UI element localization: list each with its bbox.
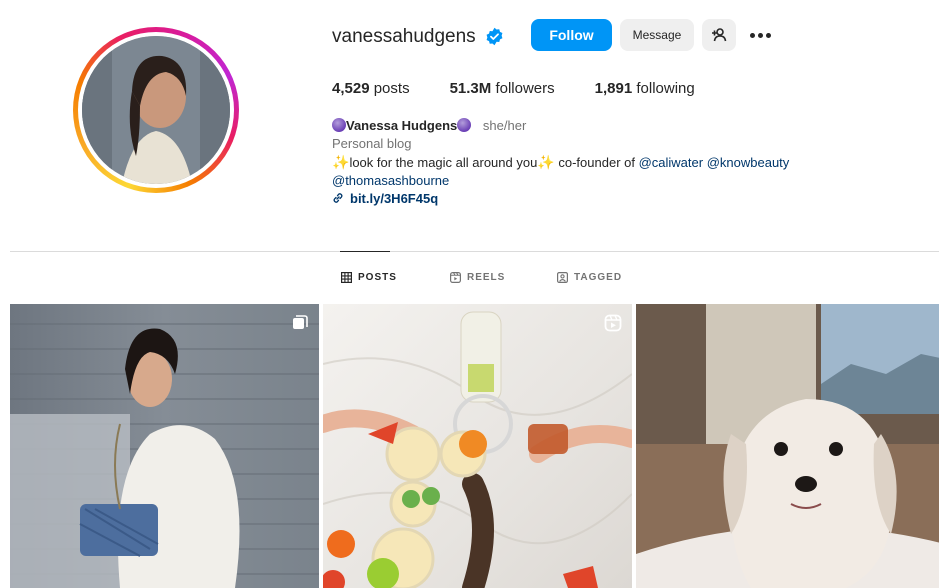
post-tile[interactable]: [323, 304, 632, 588]
tabs-divider: [10, 251, 939, 252]
mention-thomasashbourne[interactable]: @thomasashbourne: [332, 173, 449, 188]
bio-cofounder-text: co-founder of: [554, 155, 639, 170]
profile-page: vanessahudgens Follow Message 4,529 post…: [0, 0, 939, 588]
verified-badge-icon: [486, 27, 503, 46]
display-name: Vanessa Hudgens: [346, 118, 458, 133]
purple-heart-icon: [332, 118, 346, 132]
tagged-icon: [557, 272, 568, 283]
posts-count[interactable]: 4,529 posts: [332, 80, 410, 97]
sparkles-icon: ✨: [332, 154, 350, 170]
bio-mention-line: @thomasashbourne: [332, 172, 892, 190]
sparkles-icon: ✨: [537, 154, 555, 170]
post-image-woman-with-bag: [10, 323, 319, 588]
post-image-dog: [636, 304, 939, 588]
bio-name-line: Vanessa Hudgens she/her: [332, 117, 892, 135]
post-tile[interactable]: [10, 304, 319, 588]
more-options-button[interactable]: [748, 24, 772, 46]
avatar-photo: [82, 36, 230, 184]
pronouns: she/her: [482, 118, 527, 133]
bio-text: look for the magic all around you: [349, 155, 538, 170]
follow-button[interactable]: Follow: [531, 19, 612, 51]
carousel-icon: [293, 315, 308, 329]
reel-icon: [604, 314, 622, 332]
reels-icon: [450, 272, 461, 283]
following-count[interactable]: 1,891 following: [595, 80, 695, 97]
bio-link-line: bit.ly/3H6F45q: [332, 190, 892, 208]
profile-tabs: POSTS REELS TAGGED: [0, 272, 939, 286]
profile-avatar[interactable]: [73, 27, 239, 193]
avatar-illustration: [82, 36, 230, 184]
post-image-cocktails: [323, 311, 632, 588]
profile-stats: 4,529 posts 51.3M followers 1,891 follow…: [332, 80, 735, 97]
bio-external-link[interactable]: bit.ly/3H6F45q: [350, 191, 438, 206]
profile-bio: Vanessa Hudgens she/her Personal blog ✨l…: [332, 117, 892, 208]
purple-heart-icon: [457, 118, 472, 132]
profile-username: vanessahudgens: [332, 26, 476, 47]
mention-caliwater[interactable]: @caliwater: [639, 155, 704, 170]
followers-count[interactable]: 51.3M followers: [450, 80, 555, 97]
link-icon: [333, 193, 343, 203]
mention-knowbeauty[interactable]: @knowbeauty: [707, 155, 790, 170]
add-user-button[interactable]: [702, 19, 736, 51]
more-options-icon: [749, 32, 755, 38]
tab-reels[interactable]: REELS: [450, 272, 505, 283]
tab-posts[interactable]: POSTS: [341, 272, 397, 283]
active-tab-indicator: [340, 251, 390, 252]
profile-category: Personal blog: [332, 136, 412, 151]
message-button[interactable]: Message: [620, 19, 694, 51]
post-tile[interactable]: [636, 304, 939, 588]
add-user-icon: [712, 28, 727, 42]
bio-text-line: ✨look for the magic all around you✨ co-f…: [332, 153, 892, 172]
grid-icon: [341, 272, 352, 283]
tab-tagged[interactable]: TAGGED: [557, 272, 622, 283]
